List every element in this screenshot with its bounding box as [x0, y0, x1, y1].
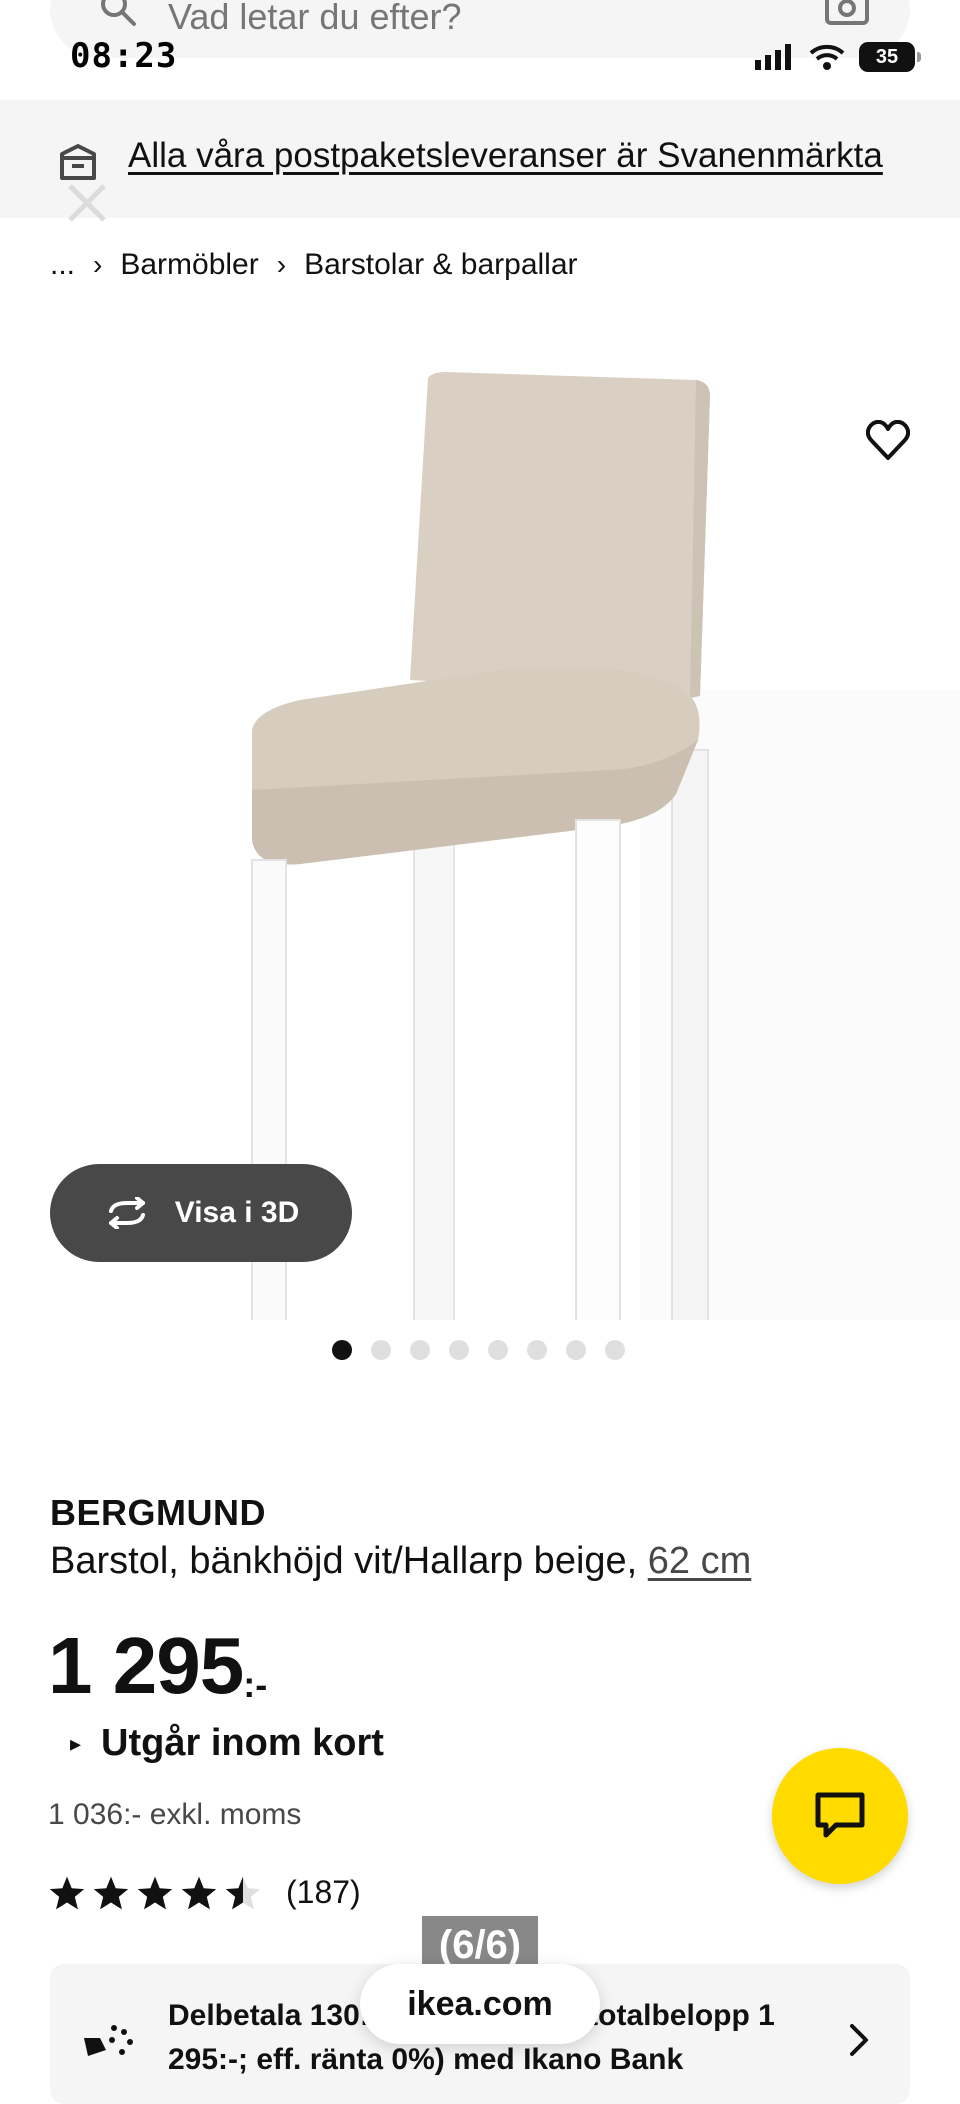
chevron-right-icon: › — [276, 249, 287, 280]
chat-button[interactable] — [772, 1748, 908, 1884]
rotate-3d-icon — [108, 1197, 145, 1229]
carousel-dot[interactable] — [332, 1340, 352, 1360]
star-icon — [181, 1876, 217, 1909]
chevron-right-icon — [848, 2022, 870, 2063]
carousel-dot[interactable] — [605, 1340, 625, 1360]
carousel-dot[interactable] — [410, 1340, 430, 1360]
view-3d-button[interactable]: Visa i 3D — [50, 1164, 352, 1262]
rating-count: (187) — [286, 1874, 361, 1910]
view-3d-label: Visa i 3D — [174, 1196, 300, 1229]
close-icon[interactable] — [66, 182, 108, 229]
status-icons: 35 — [755, 42, 921, 72]
availability-status[interactable]: ▸ Utgår inom kort — [70, 1722, 384, 1765]
breadcrumb-item-barmobler[interactable]: Barmöbler — [120, 248, 258, 282]
availability-text: Utgår inom kort — [101, 1722, 384, 1764]
banner-link[interactable]: Alla våra postpaketsleveranser är Svanen… — [128, 136, 883, 176]
wifi-icon — [809, 44, 845, 70]
size-link[interactable]: 62 cm — [648, 1540, 751, 1582]
heart-icon[interactable] — [865, 419, 911, 465]
price-excl-vat: 1 036:- exkl. moms — [48, 1798, 302, 1831]
carousel-dot[interactable] — [371, 1340, 391, 1360]
breadcrumb-item-barstolar[interactable]: Barstolar & barpallar — [304, 248, 577, 282]
url-bar[interactable]: ikea.com — [360, 1964, 600, 2044]
carousel-dot[interactable] — [527, 1340, 547, 1360]
chat-icon — [815, 1792, 865, 1838]
triangle-right-icon: ▸ — [70, 1730, 82, 1756]
carousel-dots — [332, 1340, 625, 1360]
price-suffix: :- — [243, 1664, 268, 1705]
star-icon — [49, 1876, 85, 1909]
product-price: 1 295 :- — [48, 1620, 267, 1712]
finance-icon — [80, 2018, 136, 2067]
delivery-banner[interactable]: Alla våra postpaketsleveranser är Svanen… — [0, 100, 960, 222]
star-icon — [137, 1876, 173, 1909]
product-description-text: Barstol, bänkhöjd vit/Hallarp beige, — [50, 1540, 638, 1582]
breadcrumb: ... › Barmöbler › Barstolar & barpallar — [50, 248, 578, 282]
status-time: 08:23 — [70, 36, 178, 76]
carousel-dot[interactable] — [566, 1340, 586, 1360]
signal-icon — [755, 44, 791, 70]
carousel-dot[interactable] — [488, 1340, 508, 1360]
breadcrumb-ellipsis[interactable]: ... — [50, 248, 75, 282]
camera-icon[interactable] — [824, 0, 870, 31]
search-input[interactable]: Vad letar du efter? — [168, 0, 462, 38]
star-half-icon — [225, 1876, 261, 1909]
battery-indicator: 35 — [859, 42, 921, 72]
star-icon — [93, 1876, 129, 1909]
price-amount: 1 295 — [48, 1621, 244, 1710]
chevron-right-icon: › — [93, 249, 103, 280]
product-description: Barstol, bänkhöjd vit/Hallarp beige, 62 … — [50, 1540, 751, 1583]
rating[interactable]: (187) — [48, 1874, 361, 1911]
carousel-dot[interactable] — [449, 1340, 469, 1360]
product-brand: BERGMUND — [50, 1492, 266, 1533]
search-icon — [98, 0, 138, 33]
